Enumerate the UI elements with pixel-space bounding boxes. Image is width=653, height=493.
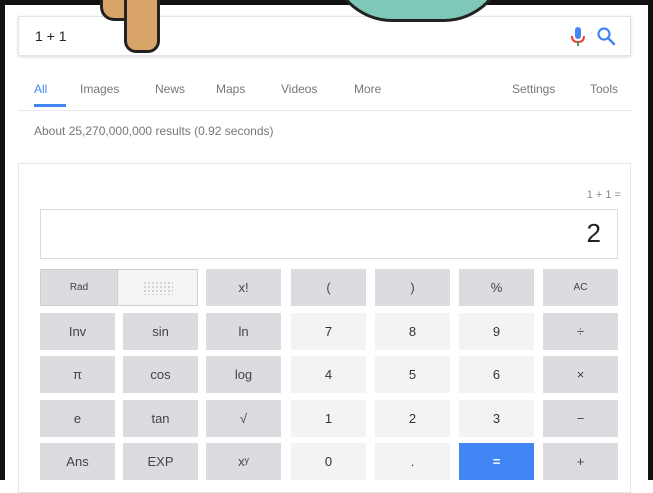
sin-button[interactable]: sin (123, 313, 198, 350)
decimal-button[interactable]: . (375, 443, 450, 480)
power-button[interactable]: xʸ (206, 443, 281, 480)
open-paren-button[interactable]: ( (291, 269, 366, 306)
clear-button[interactable]: AC (543, 269, 618, 306)
tab-images[interactable]: Images (80, 82, 119, 96)
tab-settings[interactable]: Settings (512, 82, 555, 96)
pi-button[interactable]: π (40, 356, 115, 393)
percent-button[interactable]: % (459, 269, 534, 306)
factorial-button[interactable]: x! (206, 269, 281, 306)
digit-3-button[interactable]: 3 (459, 400, 534, 437)
tan-button[interactable]: tan (123, 400, 198, 437)
digit-6-button[interactable]: 6 (459, 356, 534, 393)
tab-videos[interactable]: Videos (281, 82, 317, 96)
clear-label: AC (573, 282, 588, 293)
digit-4-button[interactable]: 4 (291, 356, 366, 393)
digit-0-button[interactable]: 0 (291, 443, 366, 480)
rad-label: Rad (69, 282, 89, 293)
tab-maps[interactable]: Maps (216, 82, 245, 96)
close-paren-button[interactable]: ) (375, 269, 450, 306)
active-tab-indicator (34, 104, 66, 107)
multiply-button[interactable]: × (543, 356, 618, 393)
search-bar[interactable]: 1 + 1 (18, 16, 631, 56)
equals-button[interactable]: = (459, 443, 534, 480)
digit-8-button[interactable]: 8 (375, 313, 450, 350)
tab-all[interactable]: All (34, 82, 47, 96)
deg-toggle-button[interactable] (117, 269, 198, 306)
digit-1-button[interactable]: 1 (291, 400, 366, 437)
calculator-display: 2 (40, 209, 618, 259)
cartoon-finger-illustration (124, 0, 160, 53)
calculator-result: 2 (586, 218, 601, 248)
search-input[interactable]: 1 + 1 (35, 28, 67, 44)
ans-button[interactable]: Ans (40, 443, 115, 480)
mic-icon[interactable] (570, 26, 586, 48)
tabs-divider (18, 110, 631, 111)
sqrt-button[interactable]: √ (206, 400, 281, 437)
inv-button[interactable]: Inv (40, 313, 115, 350)
tab-more[interactable]: More (354, 82, 381, 96)
calculator-expression: 1 + 1 = (586, 189, 621, 201)
tab-news[interactable]: News (155, 82, 185, 96)
digit-2-button[interactable]: 2 (375, 400, 450, 437)
digit-5-button[interactable]: 5 (375, 356, 450, 393)
e-button[interactable]: e (40, 400, 115, 437)
ln-button[interactable]: ln (206, 313, 281, 350)
minus-button[interactable]: − (543, 400, 618, 437)
digit-9-button[interactable]: 9 (459, 313, 534, 350)
log-button[interactable]: log (206, 356, 281, 393)
cos-button[interactable]: cos (123, 356, 198, 393)
divide-button[interactable]: ÷ (543, 313, 618, 350)
search-icon[interactable] (596, 26, 616, 46)
plus-button[interactable]: + (543, 443, 618, 480)
deg-placeholder-pattern (142, 280, 173, 295)
tab-tools[interactable]: Tools (590, 82, 618, 96)
exp-button[interactable]: EXP (123, 443, 198, 480)
rad-toggle-button[interactable]: Rad (40, 269, 118, 306)
digit-7-button[interactable]: 7 (291, 313, 366, 350)
search-tabs: All Images News Maps Videos More Setting… (18, 72, 631, 108)
result-stats: About 25,270,000,000 results (0.92 secon… (34, 124, 274, 138)
